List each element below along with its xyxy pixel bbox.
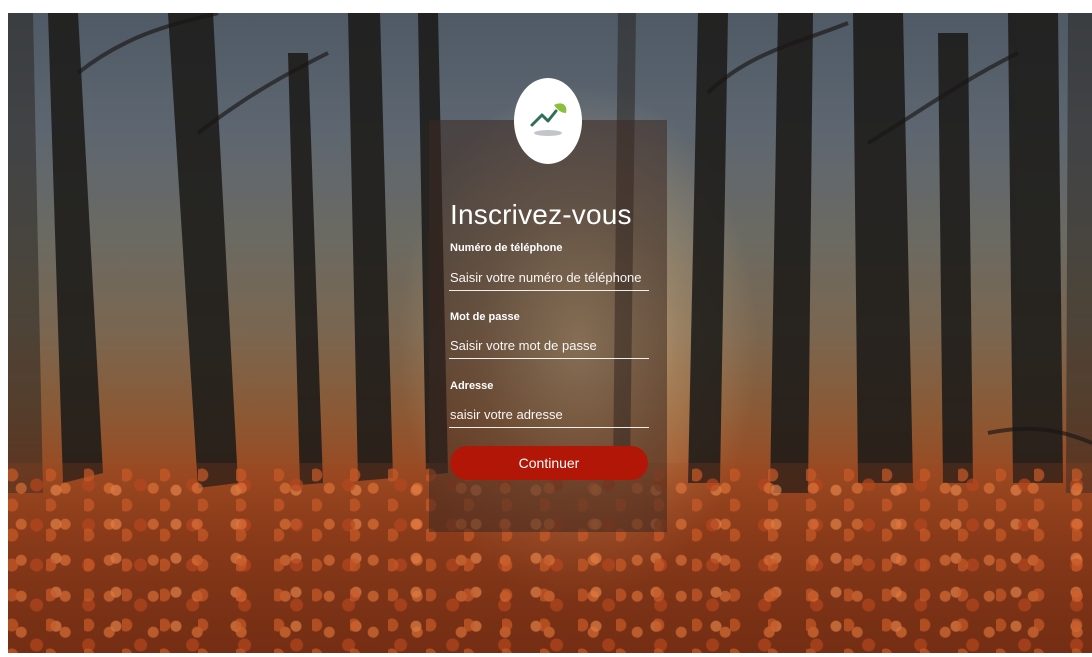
- phone-label: Numéro de téléphone: [450, 242, 563, 254]
- address-input[interactable]: [449, 401, 649, 428]
- address-label: Adresse: [450, 380, 494, 392]
- password-label: Mot de passe: [450, 311, 520, 323]
- continue-button[interactable]: Continuer: [450, 446, 648, 480]
- phone-input[interactable]: [449, 264, 649, 291]
- mountain-leaf-logo-icon: [514, 78, 582, 164]
- password-input[interactable]: [449, 332, 649, 359]
- page-title: Inscrivez-vous: [450, 199, 632, 230]
